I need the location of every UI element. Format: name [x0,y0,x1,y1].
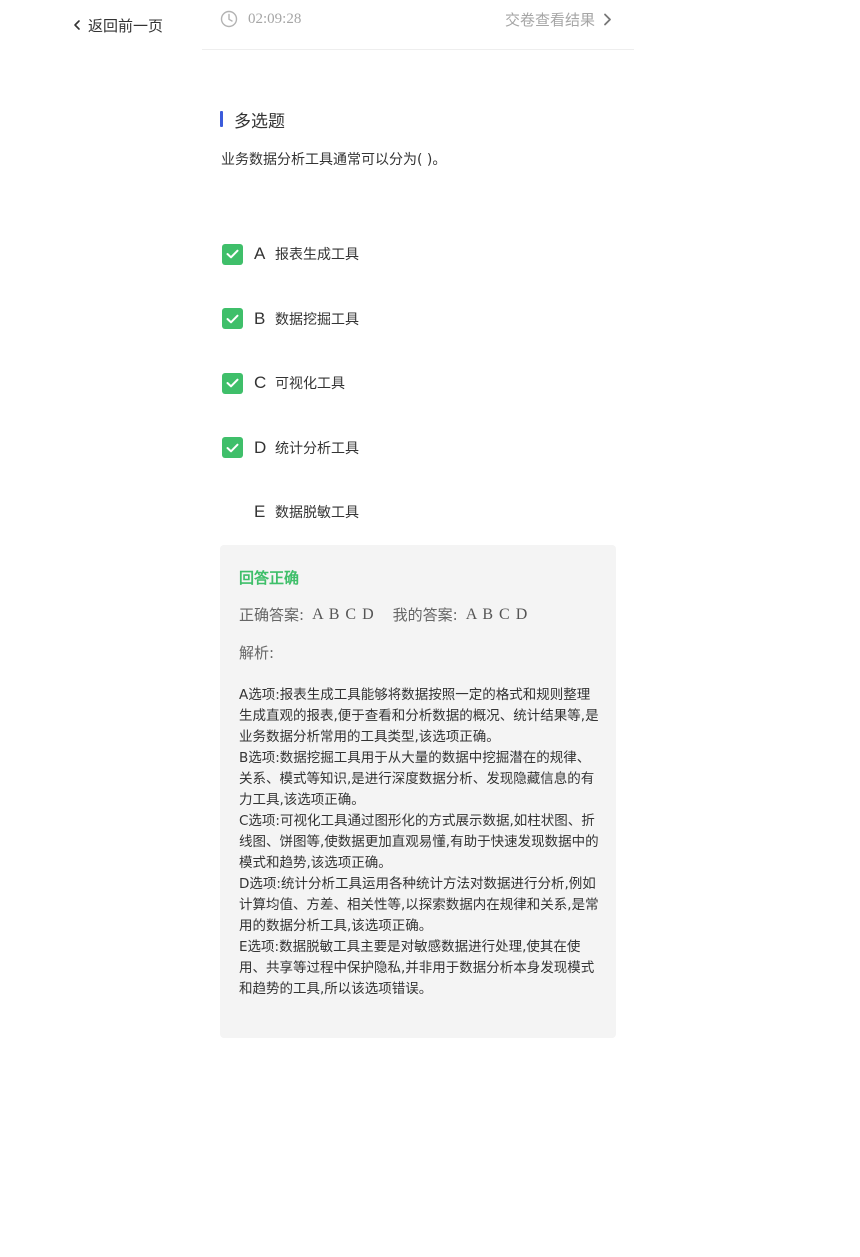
result-status: 回答正确 [239,569,300,587]
check-icon [226,443,239,452]
option-c[interactable]: C 可视化工具 [222,366,622,400]
question-text: 业务数据分析工具通常可以分为( )。 [221,152,447,168]
option-a[interactable]: A 报表生成工具 [222,237,622,271]
back-label: 返回前一页 [88,16,164,35]
option-checkbox[interactable] [222,502,243,523]
title-accent-bar [220,111,223,127]
option-text: 数据脱敏工具 [275,505,359,521]
check-icon [226,378,239,388]
top-bar: 02:09:28 交卷查看结果 [202,0,634,50]
analysis-paragraph: D选项:统计分析工具运用各种统计方法对数据进行分析,例如计算均值、方差、相关性等… [239,876,599,934]
option-letter: B [254,308,266,328]
option-checkbox[interactable] [222,308,243,329]
option-letter: D [254,437,267,457]
back-link[interactable]: 返回前一页 [72,14,163,36]
option-text: 可视化工具 [275,376,345,392]
option-letter: A [254,244,266,263]
submit-view-results-button[interactable]: 交卷查看结果 [505,8,612,30]
my-answer-value: A B C D [465,605,529,623]
my-answer-label: 我的答案: [392,606,458,624]
option-d[interactable]: D 统计分析工具 [222,431,622,465]
option-checkbox[interactable] [222,372,243,394]
check-icon [226,314,239,323]
option-checkbox[interactable] [222,437,243,458]
option-text: 统计分析工具 [275,440,359,457]
analysis-label: 解析: [239,644,275,662]
question-type-label: 多选题 [234,111,285,132]
options-list: A 报表生成工具 B 数据挖掘工具 C 可视化工具 D 统计分析工具 E 数据脱敏工具 [222,237,622,560]
submit-label: 交卷查看结果 [504,10,595,29]
clock-icon [220,10,238,28]
analysis-paragraph: E选项:数据脱敏工具主要是对敏感数据进行处理,使其在使用、共享等过程中保护隐私,… [239,939,595,997]
check-icon [226,249,239,259]
chevron-right-icon [604,13,611,25]
option-checkbox[interactable] [222,243,243,265]
correct-answer-label: 正确答案: [239,606,305,624]
analysis-paragraph: B选项:数据挖掘工具用于从大量的数据中挖掘潜在的规律、关系、模式等知识,是进行深… [239,750,595,808]
timer: 02:09:28 [220,8,301,30]
answers-row: 正确答案: A B C D 我的答案: A B C D [239,604,528,625]
question-type-title: 多选题 [220,107,285,132]
analysis-text: A选项:报表生成工具能够将数据按照一定的格式和规则整理生成直观的报表,便于查看和… [239,685,601,1000]
option-text: 报表生成工具 [275,247,359,263]
option-e[interactable]: E 数据脱敏工具 [222,495,622,529]
option-text: 数据挖掘工具 [275,311,359,328]
option-letter: C [254,373,267,392]
result-panel: 回答正确 正确答案: A B C D 我的答案: A B C D 解析: A选项… [220,545,616,1038]
option-letter: E [254,502,266,521]
correct-answer-value: A B C D [312,605,375,623]
option-b[interactable]: B 数据挖掘工具 [222,302,622,336]
analysis-paragraph: A选项:报表生成工具能够将数据按照一定的格式和规则整理生成直观的报表,便于查看和… [239,687,599,745]
timer-value: 02:09:28 [248,10,302,27]
analysis-paragraph: C选项:可视化工具通过图形化的方式展示数据,如柱状图、折线图、饼图等,使数据更加… [239,813,599,871]
chevron-left-icon [74,20,80,30]
